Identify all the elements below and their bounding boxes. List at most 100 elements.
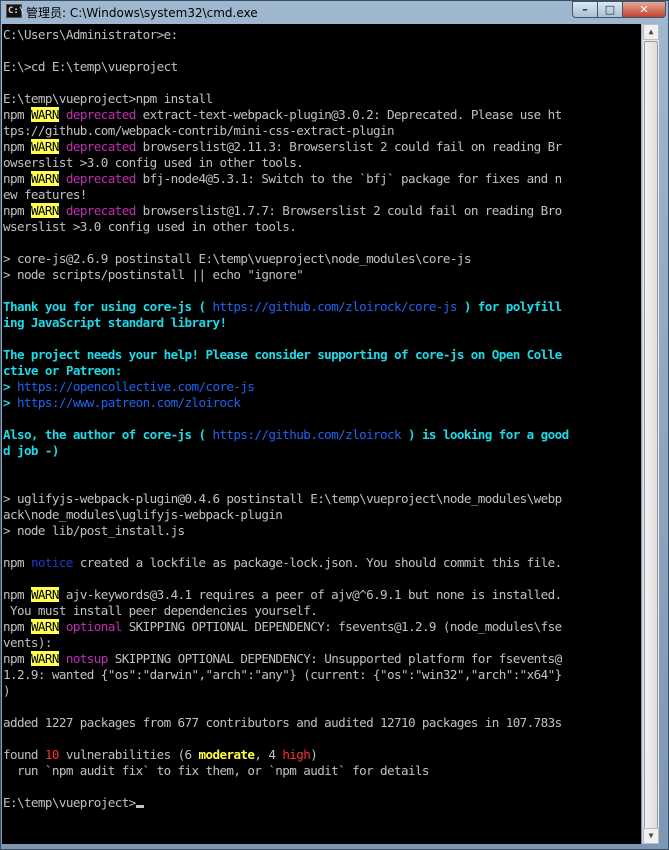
- terminal-line: npm WARN ajv-keywords@3.4.1 requires a p…: [3, 587, 569, 603]
- terminal-line: > https://www.patreon.com/zloirock: [3, 395, 569, 411]
- terminal-text-segment: npm: [3, 619, 31, 634]
- terminal-line: tps://github.com/webpack-contrib/mini-cs…: [3, 123, 569, 139]
- terminal-text-segment: run `npm audit fix` to fix them, or `npm…: [3, 763, 430, 778]
- terminal-line: ack\node_modules\uglifyjs-webpack-plugin: [3, 507, 569, 523]
- terminal-text-segment: browserslist@1.7.7: Browserslist 2 could…: [135, 203, 563, 218]
- terminal-text-segment: notice: [30, 555, 74, 570]
- terminal-text-segment: npm: [3, 107, 31, 122]
- terminal-text-segment: deprecated: [65, 107, 136, 122]
- terminal-line: wserslist >3.0 config used in other tool…: [3, 219, 569, 235]
- title-bar[interactable]: C:\ 管理员: C:\Windows\system32\cmd.exe – □…: [1, 1, 668, 23]
- terminal-line: E:\temp\vueproject>npm install: [3, 91, 569, 107]
- warn-badge: WARN: [30, 171, 59, 186]
- terminal-line: owserslist >3.0 config used in other too…: [3, 155, 569, 171]
- terminal-text-segment: owserslist >3.0 config used in other too…: [3, 155, 304, 170]
- terminal-text-segment: npm: [3, 139, 31, 154]
- terminal-text-segment: ack\node_modules\uglifyjs-webpack-plugin: [3, 507, 283, 522]
- window-title: 管理员: C:\Windows\system32\cmd.exe: [26, 6, 258, 20]
- terminal-text-segment: npm: [3, 203, 31, 218]
- terminal-line: > node scripts/postinstall || echo "igno…: [3, 267, 569, 283]
- terminal-line: npm WARN deprecated browserslist@2.11.3:…: [3, 139, 569, 155]
- terminal-text-segment: >: [3, 379, 17, 394]
- terminal-line: Also, the author of core-js ( https://gi…: [3, 427, 569, 443]
- terminal-text-segment: SKIPPING OPTIONAL DEPENDENCY: Unsupporte…: [107, 651, 562, 666]
- terminal-text-segment: You must install peer dependencies yours…: [3, 603, 318, 618]
- terminal-text-segment: >: [3, 395, 17, 410]
- terminal-text-segment: browserslist@2.11.3: Browserslist 2 coul…: [135, 139, 563, 154]
- terminal-text-segment: ew features!: [3, 187, 87, 202]
- terminal-text-segment: d job -): [3, 443, 59, 458]
- terminal-url: https://github.com/zloirock/core-js: [212, 299, 457, 314]
- terminal-text-segment: vents):: [3, 635, 52, 650]
- terminal-text-segment: > node lib/post_install.js: [3, 523, 185, 538]
- text-cursor: [135, 805, 144, 808]
- cmd-window: C:\ 管理员: C:\Windows\system32\cmd.exe – □…: [0, 0, 669, 850]
- terminal-line: ew features!: [3, 187, 569, 203]
- terminal-text-segment: ) for polyfill: [456, 299, 562, 314]
- terminal-text-segment: ajv-keywords@3.4.1 requires a peer of aj…: [58, 587, 562, 602]
- terminal-text-segment: extract-text-webpack-plugin@3.0.2: Depre…: [135, 107, 563, 122]
- terminal-text-segment: npm: [3, 587, 31, 602]
- scroll-up-arrow-icon[interactable]: ▲: [643, 24, 659, 40]
- warn-badge: WARN: [30, 587, 59, 602]
- terminal-text: C:\Users\Administrator>e: E:\>cd E:\temp\…: [3, 27, 569, 811]
- terminal-text-segment: > uglifyjs-webpack-plugin@0.4.6 postinst…: [3, 491, 562, 506]
- terminal-text-segment: Also, the author of core-js (: [3, 427, 213, 442]
- warn-badge: WARN: [30, 107, 59, 122]
- maximize-button[interactable]: □: [598, 1, 623, 18]
- terminal-line: added 1227 packages from 677 contributor…: [3, 715, 569, 731]
- terminal-line: > node lib/post_install.js: [3, 523, 569, 539]
- terminal-line: npm WARN notsup SKIPPING OPTIONAL DEPEND…: [3, 651, 569, 667]
- close-button[interactable]: ✕: [623, 1, 666, 18]
- terminal-line: npm notice created a lockfile as package…: [3, 555, 569, 571]
- terminal-text-segment: added 1227 packages from 677 contributor…: [3, 715, 562, 730]
- scroll-down-arrow-icon[interactable]: ▼: [643, 828, 659, 844]
- terminal-text-segment: ): [3, 683, 11, 698]
- cmd-app-icon[interactable]: C:\: [6, 4, 24, 18]
- terminal-line: npm WARN deprecated extract-text-webpack…: [3, 107, 569, 123]
- terminal-line: 1.2.9: wanted {"os":"darwin","arch":"any…: [3, 667, 569, 683]
- terminal-line: ): [3, 683, 569, 699]
- terminal-text-segment: wserslist >3.0 config used in other tool…: [3, 219, 297, 234]
- terminal-line: C:\Users\Administrator>e:: [3, 27, 569, 43]
- terminal-line: npm WARN deprecated bfj-node4@5.3.1: Swi…: [3, 171, 569, 187]
- vertical-scrollbar[interactable]: ▲ ▼: [642, 24, 659, 844]
- terminal-url: https://github.com/zloirock: [212, 427, 401, 442]
- terminal-text-segment: E:\temp\vueproject>npm install: [3, 91, 213, 106]
- scrollbar-thumb[interactable]: [644, 41, 658, 831]
- terminal-line: found 10 vulnerabilities (6 moderate, 4 …: [3, 747, 569, 763]
- terminal-line: npm WARN optional SKIPPING OPTIONAL DEPE…: [3, 619, 569, 635]
- terminal-text-segment: deprecated: [65, 139, 136, 154]
- terminal-text-segment: moderate: [198, 747, 255, 762]
- warn-badge: WARN: [30, 651, 59, 666]
- minimize-button[interactable]: –: [572, 1, 598, 18]
- terminal-text-segment: ing JavaScript standard library!: [3, 315, 227, 330]
- terminal-text-segment: found: [3, 747, 45, 762]
- console-output-area[interactable]: C:\Users\Administrator>e: E:\>cd E:\temp\…: [2, 24, 641, 844]
- terminal-line: E:\temp\vueproject>: [3, 795, 569, 811]
- warn-badge: WARN: [30, 139, 59, 154]
- terminal-url: https://www.patreon.com/zloirock: [16, 395, 241, 410]
- terminal-text-segment: 1.2.9: wanted {"os":"darwin","arch":"any…: [3, 667, 562, 682]
- terminal-line: You must install peer dependencies yours…: [3, 603, 569, 619]
- warn-badge: WARN: [30, 619, 59, 634]
- terminal-line: run `npm audit fix` to fix them, or `npm…: [3, 763, 569, 779]
- terminal-text-segment: tps://github.com/webpack-contrib/mini-cs…: [3, 123, 395, 138]
- terminal-text-segment: deprecated: [65, 203, 136, 218]
- terminal-line: d job -): [3, 443, 569, 459]
- terminal-line: > https://opencollective.com/core-js: [3, 379, 569, 395]
